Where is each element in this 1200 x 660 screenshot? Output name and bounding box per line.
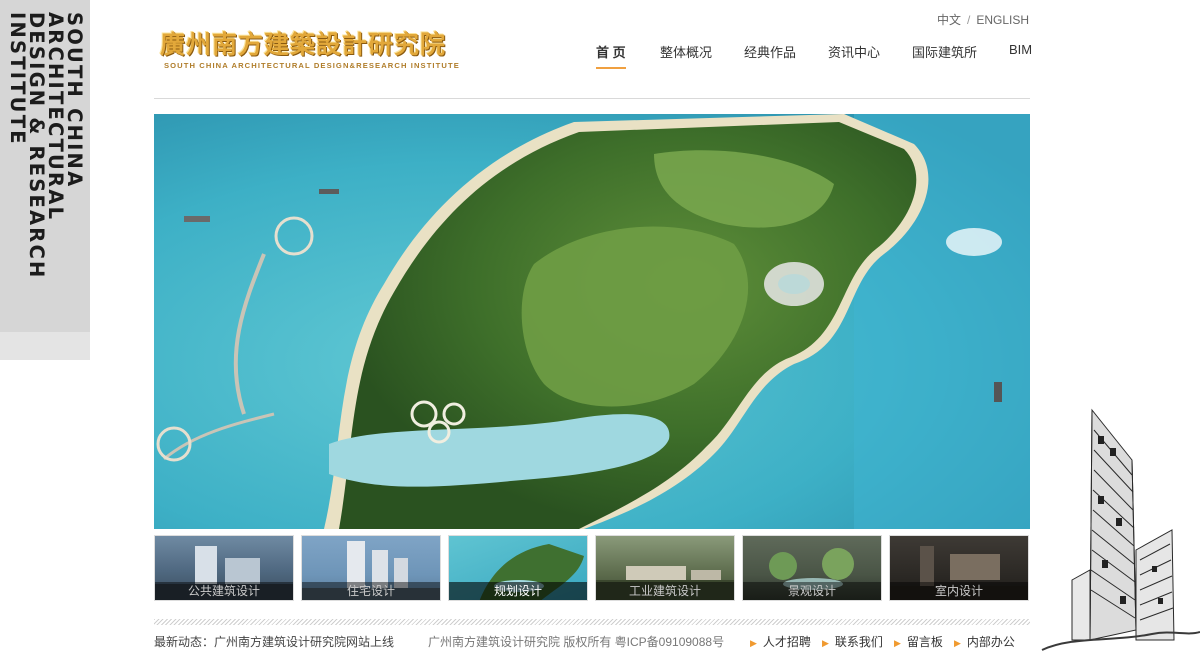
thumb-planning[interactable]: 规划设计 — [448, 535, 588, 601]
footer-link-contact[interactable]: ▶ 联系我们 — [822, 633, 883, 650]
bullet-icon: ▶ — [822, 638, 829, 648]
side-brand-line: SOUTH CHINA — [63, 12, 86, 189]
lang-chinese-link[interactable]: 中文 — [937, 13, 961, 27]
thumb-label: 工业建筑设计 — [596, 582, 734, 600]
thumb-residential[interactable]: 住宅设计 — [301, 535, 441, 601]
thumb-label: 景观设计 — [743, 582, 881, 600]
latest-news-link[interactable]: 广州南方建筑设计研究院网站上线 — [214, 635, 394, 649]
hero-island-illustration — [154, 114, 1030, 529]
footer-link-label: 人才招聘 — [762, 635, 811, 649]
hero-banner-image[interactable] — [154, 114, 1030, 529]
logo-english-name: SOUTH CHINA ARCHITECTURAL DESIGN&RESEARC… — [164, 61, 460, 70]
main-nav: 首 页 整体概况 经典作品 资讯中心 国际建筑所 BIM — [580, 42, 1032, 69]
side-brand-line: ARCHITECTURAL — [44, 12, 67, 222]
nav-item-home[interactable]: 首 页 — [596, 42, 626, 69]
footer-divider — [154, 619, 1030, 625]
side-brand-line: DESIGN & RESEARCH — [25, 12, 48, 280]
footer-link-guestbook[interactable]: ▶ 留言板 — [894, 633, 943, 650]
header-divider — [154, 98, 1030, 99]
lang-separator: / — [966, 13, 971, 27]
thumb-landscape[interactable]: 景观设计 — [742, 535, 882, 601]
latest-news-prefix: 最新动态： — [154, 635, 215, 649]
nav-item-news[interactable]: 资讯中心 — [828, 42, 880, 67]
thumb-label: 规划设计 — [449, 582, 587, 600]
skyscraper-sketch-image — [1041, 408, 1200, 651]
footer-link-recruitment[interactable]: ▶ 人才招聘 — [750, 633, 811, 650]
thumb-label: 室内设计 — [890, 582, 1028, 600]
footer-link-label: 留言板 — [906, 635, 943, 649]
nav-item-overview[interactable]: 整体概况 — [660, 42, 712, 67]
side-brand-text: SOUTH CHINA ARCHITECTURAL DESIGN & RESEA… — [6, 12, 86, 332]
category-thumbnails: 公共建筑设计 住宅设计 规划设计 工业建筑设计 景观设计 室内设计 — [154, 535, 1030, 602]
copyright-text: 广州南方建筑设计研究院 版权所有 粤ICP备09109088号 — [428, 635, 725, 649]
side-brand-strip: SOUTH CHINA ARCHITECTURAL DESIGN & RESEA… — [0, 0, 90, 360]
thumb-interior[interactable]: 室内设计 — [889, 535, 1029, 601]
nav-item-works[interactable]: 经典作品 — [744, 42, 796, 67]
site-logo[interactable]: 廣州南方建築設計研究院 SOUTH CHINA ARCHITECTURAL DE… — [160, 30, 460, 72]
thumb-label: 公共建筑设计 — [155, 582, 293, 600]
nav-item-bim[interactable]: BIM — [1009, 42, 1032, 63]
lang-english-link[interactable]: ENGLISH — [976, 13, 1029, 27]
skyscraper-sketch-illustration — [1032, 400, 1200, 660]
language-switcher: 中文 / ENGLISH — [937, 11, 1029, 28]
footer-link-label: 联系我们 — [834, 635, 883, 649]
thumb-industrial[interactable]: 工业建筑设计 — [595, 535, 735, 601]
footer-link-intranet[interactable]: ▶ 内部办公 — [954, 633, 1015, 650]
bullet-icon: ▶ — [750, 638, 757, 648]
thumb-label: 住宅设计 — [302, 582, 440, 600]
footer: 最新动态：广州南方建筑设计研究院网站上线 广州南方建筑设计研究院 版权所有 粤I… — [154, 633, 1034, 653]
thumb-public-building[interactable]: 公共建筑设计 — [154, 535, 294, 601]
latest-news: 最新动态：广州南方建筑设计研究院网站上线 — [154, 633, 394, 650]
bullet-icon: ▶ — [954, 638, 961, 648]
nav-item-international[interactable]: 国际建筑所 — [912, 42, 977, 67]
logo-chinese-name: 廣州南方建築設計研究院 — [160, 30, 447, 59]
bullet-icon: ▶ — [894, 638, 901, 648]
footer-link-label: 内部办公 — [966, 635, 1015, 649]
